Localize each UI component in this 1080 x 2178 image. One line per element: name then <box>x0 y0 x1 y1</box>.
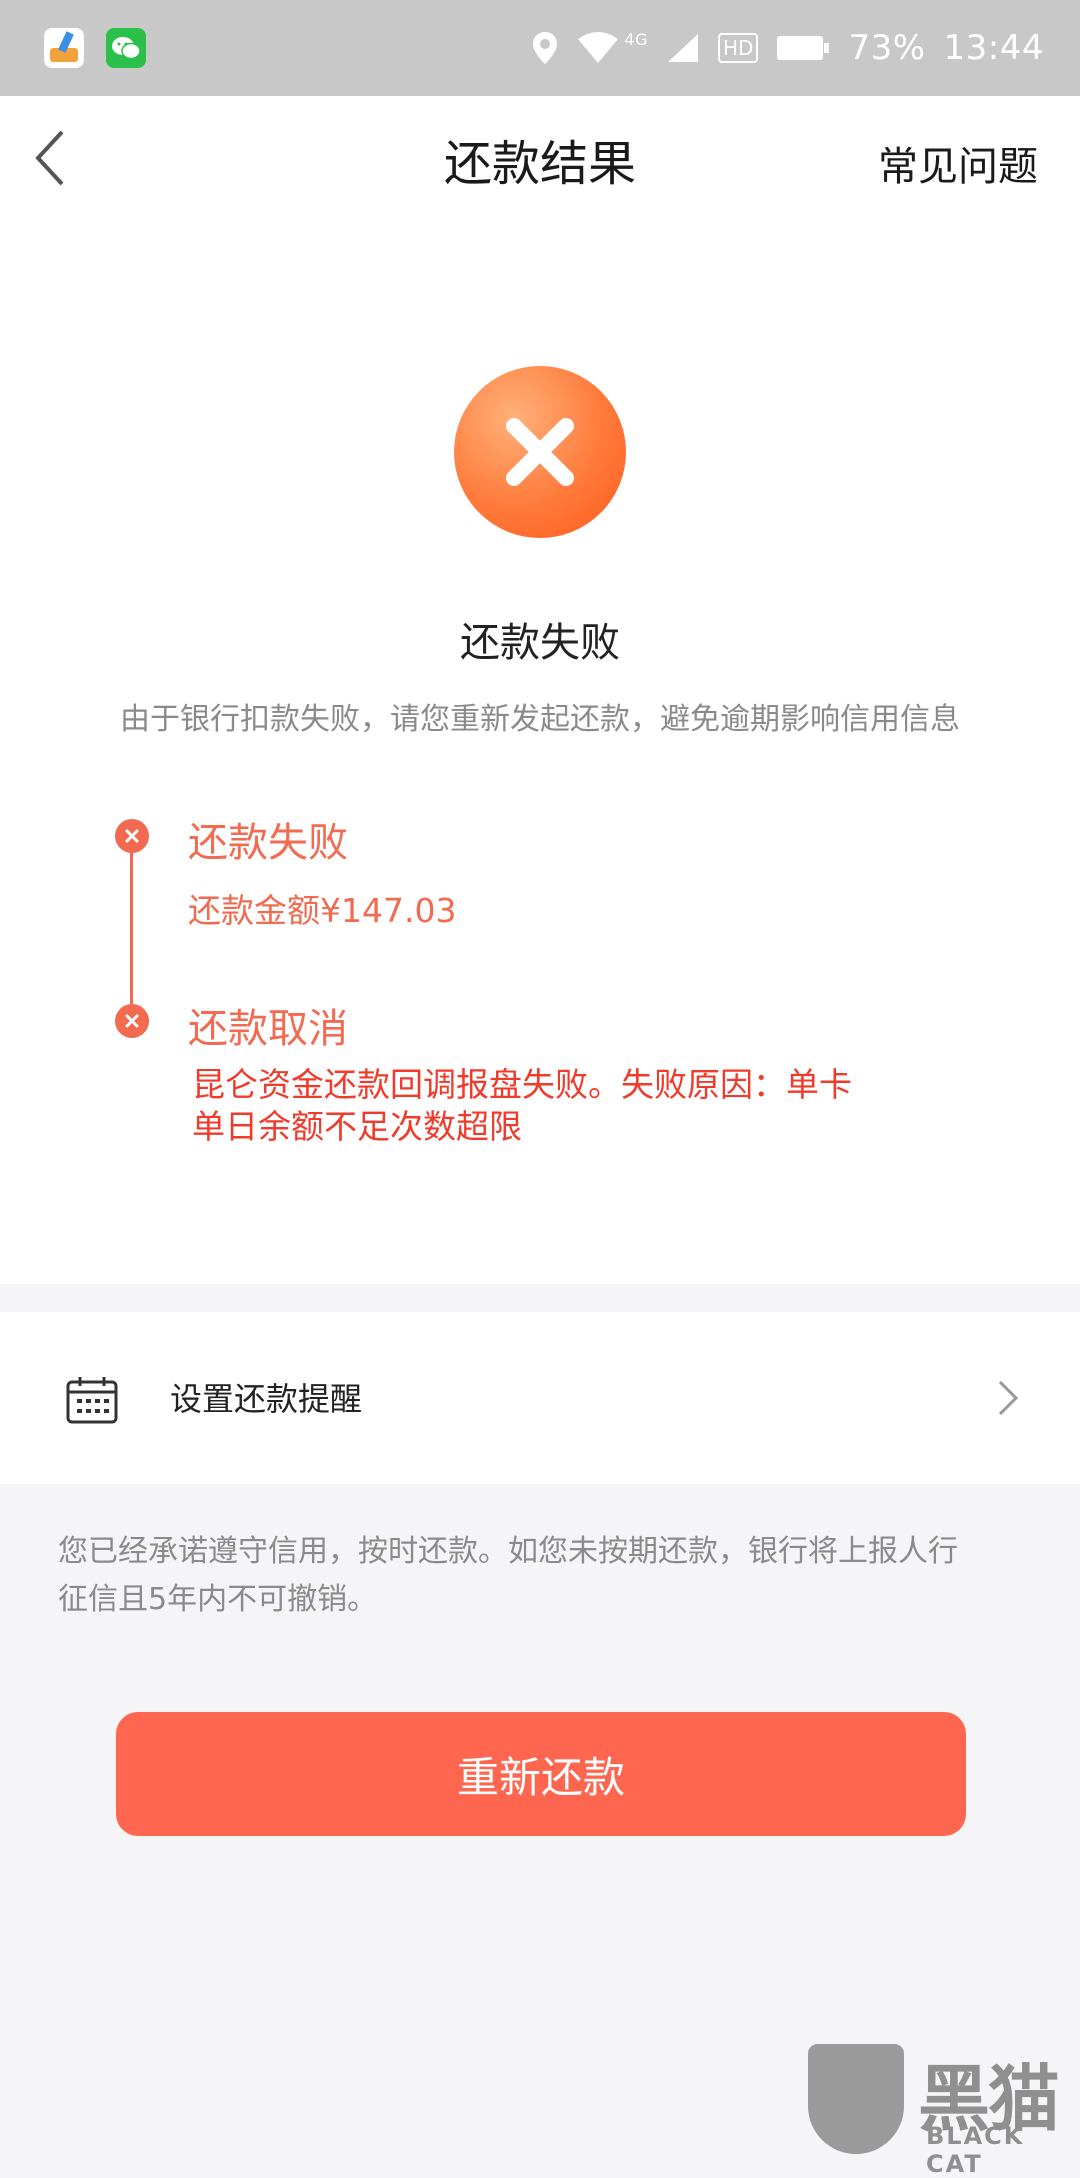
result-card: 还款失败 由于银行扣款失败，请您重新发起还款，避免逾期影响信用信息 还款失败 还… <box>0 224 1080 1284</box>
timeline-error-icon <box>115 1004 149 1038</box>
cat-logo-icon <box>808 2044 904 2154</box>
timeline-step-title: 还款取消 <box>188 1006 348 1052</box>
timeline-step-title: 还款失败 <box>188 820 348 866</box>
black-cat-watermark: 黑猫 BLACK CAT <box>808 2040 1080 2178</box>
wifi-icon <box>578 32 619 63</box>
network-type: 4G <box>624 29 648 49</box>
error-icon <box>454 366 626 538</box>
failure-reason: 昆仑资金还款回调报盘失败。失败原因：单卡 单日余额不足次数超限 <box>192 1064 912 1148</box>
retry-repayment-button[interactable]: 重新还款 <box>116 1712 966 1836</box>
signal-icon <box>667 34 698 62</box>
battery-icon <box>777 36 830 60</box>
system-status: 4G HD 73% 13:44 <box>532 28 1044 68</box>
battery-percent: 73% <box>848 28 926 68</box>
clock: 13:44 <box>943 28 1044 68</box>
credit-notice-line: 您已经承诺遵守信用，按时还款。如您未按期还款，银行将上报人行 <box>58 1534 958 1569</box>
repayment-amount: 还款金额¥147.03 <box>188 891 457 930</box>
faq-link[interactable]: 常见问题 <box>878 134 1038 192</box>
result-description: 由于银行扣款失败，请您重新发起还款，避免逾期影响信用信息 <box>120 702 960 737</box>
status-bar: 4G HD 73% 13:44 <box>0 0 1080 96</box>
notification-icons <box>44 28 146 68</box>
chevron-right-icon <box>998 1380 1019 1416</box>
credit-notice: 您已经承诺遵守信用，按时还款。如您未按期还款，银行将上报人行 征信且5年内不可撤… <box>58 1528 1018 1624</box>
watermark-en: BLACK CAT <box>926 2122 1025 2178</box>
timeline-line <box>130 836 133 1026</box>
result-title: 还款失败 <box>460 620 620 666</box>
location-icon <box>533 32 558 64</box>
reminder-label: 设置还款提醒 <box>170 1380 363 1418</box>
failure-reason-line: 昆仑资金还款回调报盘失败。失败原因：单卡 <box>192 1065 852 1104</box>
hd-badge: HD <box>717 33 759 63</box>
wechat-icon <box>106 28 146 68</box>
failure-reason-line: 单日余额不足次数超限 <box>192 1107 522 1146</box>
cleaner-app-icon <box>44 28 84 68</box>
timeline-error-icon <box>115 819 149 853</box>
credit-notice-line: 征信且5年内不可撤销。 <box>58 1582 378 1617</box>
navigation-header: 还款结果 常见问题 <box>0 96 1080 224</box>
calendar-icon <box>66 1377 118 1424</box>
set-reminder-row[interactable]: 设置还款提醒 <box>0 1312 1080 1484</box>
